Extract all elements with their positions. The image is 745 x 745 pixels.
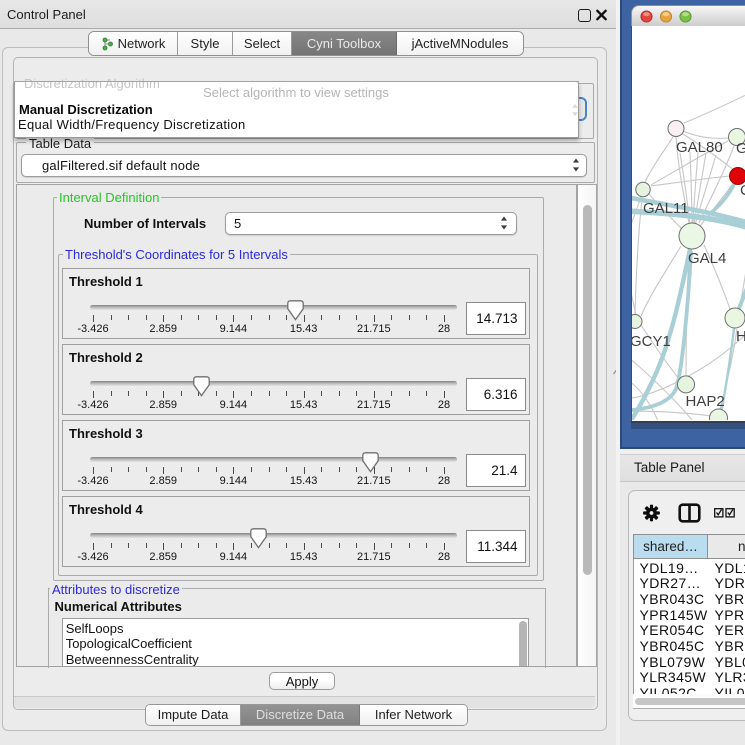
svg-text:GAL11: GAL11	[643, 200, 689, 217]
svg-text:C: C	[740, 182, 745, 199]
svg-text:GAL80: GAL80	[676, 139, 723, 156]
svg-text:GCY1: GCY1	[632, 333, 671, 350]
svg-text:H: H	[736, 328, 745, 345]
svg-text:HAP2: HAP2	[686, 393, 725, 410]
svg-text:GA: GA	[736, 140, 745, 157]
svg-text:GAL4: GAL4	[688, 250, 726, 267]
